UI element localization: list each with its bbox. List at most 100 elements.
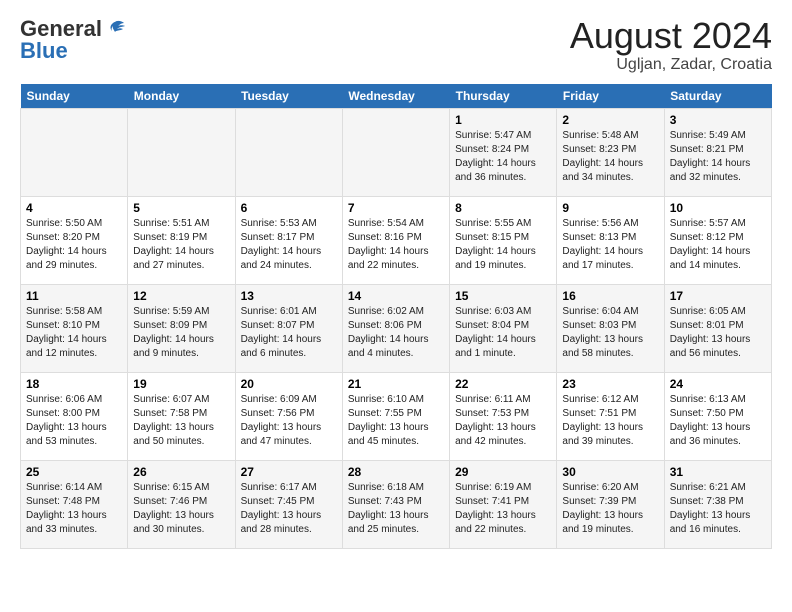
- column-header-saturday: Saturday: [664, 84, 771, 109]
- day-number: 3: [670, 113, 766, 127]
- day-info: Sunrise: 6:10 AM Sunset: 7:55 PM Dayligh…: [348, 393, 444, 449]
- calendar-cell: 7Sunrise: 5:54 AM Sunset: 8:16 PM Daylig…: [342, 196, 449, 284]
- day-number: 6: [241, 201, 337, 215]
- day-info: Sunrise: 5:50 AM Sunset: 8:20 PM Dayligh…: [26, 217, 122, 273]
- day-number: 22: [455, 377, 551, 391]
- calendar-cell: 6 Sunrise: 5:53 AM Sunset: 8:17 PM Daylig…: [235, 196, 342, 284]
- day-number: 28: [348, 465, 444, 479]
- day-number: 18: [26, 377, 122, 391]
- day-info: Sunrise: 6:01 AM Sunset: 8:07 PM Dayligh…: [241, 305, 337, 361]
- day-info: Sunrise: 5:51 AM Sunset: 8:19 PM Dayligh…: [133, 217, 229, 273]
- calendar-cell: 16Sunrise: 6:04 AM Sunset: 8:03 PM Dayli…: [557, 284, 664, 372]
- day-number: 30: [562, 465, 658, 479]
- calendar-cell: 27 Sunrise: 6:17 AM Sunset: 7:45 PM Dayli…: [235, 460, 342, 548]
- day-info: Sunrise: 5:57 AM Sunset: 8:12 PM Dayligh…: [670, 217, 766, 273]
- calendar-cell: 13Sunrise: 6:01 AM Sunset: 8:07 PM Dayli…: [235, 284, 342, 372]
- calendar-cell: 3 Sunrise: 5:49 AM Sunset: 8:21 PM Daylig…: [664, 108, 771, 196]
- logo-blue: Blue: [20, 38, 68, 64]
- calendar-cell: 10 Sunrise: 5:57 AM Sunset: 8:12 PM Dayli…: [664, 196, 771, 284]
- day-info: Sunrise: 6:14 AM Sunset: 7:48 PM Dayligh…: [26, 481, 122, 537]
- day-number: 27: [241, 465, 337, 479]
- calendar-cell: 22 Sunrise: 6:11 AM Sunset: 7:53 PM Dayli…: [450, 372, 557, 460]
- calendar-cell: 11 Sunrise: 5:58 AM Sunset: 8:10 PM Dayli…: [21, 284, 128, 372]
- calendar-table: SundayMondayTuesdayWednesdayThursdayFrid…: [20, 84, 772, 549]
- day-info: Sunrise: 6:15 AM Sunset: 7:46 PM Dayligh…: [133, 481, 229, 537]
- day-number: 16: [562, 289, 658, 303]
- calendar-cell: 9 Sunrise: 5:56 AM Sunset: 8:13 PM Daylig…: [557, 196, 664, 284]
- day-info: Sunrise: 6:12 AM Sunset: 7:51 PM Dayligh…: [562, 393, 658, 449]
- calendar-week-2: 4Sunrise: 5:50 AM Sunset: 8:20 PM Daylig…: [21, 196, 772, 284]
- day-info: Sunrise: 5:58 AM Sunset: 8:10 PM Dayligh…: [26, 305, 122, 361]
- day-number: 1: [455, 113, 551, 127]
- calendar-cell: 21 Sunrise: 6:10 AM Sunset: 7:55 PM Dayli…: [342, 372, 449, 460]
- day-info: Sunrise: 6:13 AM Sunset: 7:50 PM Dayligh…: [670, 393, 766, 449]
- logo-bird-icon: [104, 18, 126, 40]
- day-info: Sunrise: 5:48 AM Sunset: 8:23 PM Dayligh…: [562, 129, 658, 185]
- day-info: Sunrise: 6:02 AM Sunset: 8:06 PM Dayligh…: [348, 305, 444, 361]
- calendar-cell: 4Sunrise: 5:50 AM Sunset: 8:20 PM Daylig…: [21, 196, 128, 284]
- column-header-tuesday: Tuesday: [235, 84, 342, 109]
- calendar-cell: 25Sunrise: 6:14 AM Sunset: 7:48 PM Dayli…: [21, 460, 128, 548]
- day-info: Sunrise: 5:59 AM Sunset: 8:09 PM Dayligh…: [133, 305, 229, 361]
- day-info: Sunrise: 6:06 AM Sunset: 8:00 PM Dayligh…: [26, 393, 122, 449]
- calendar-cell: 20Sunrise: 6:09 AM Sunset: 7:56 PM Dayli…: [235, 372, 342, 460]
- day-info: Sunrise: 6:11 AM Sunset: 7:53 PM Dayligh…: [455, 393, 551, 449]
- calendar-cell: 5 Sunrise: 5:51 AM Sunset: 8:19 PM Daylig…: [128, 196, 235, 284]
- day-info: Sunrise: 6:17 AM Sunset: 7:45 PM Dayligh…: [241, 481, 337, 537]
- day-number: 11: [26, 289, 122, 303]
- calendar-cell: 28 Sunrise: 6:18 AM Sunset: 7:43 PM Dayli…: [342, 460, 449, 548]
- day-info: Sunrise: 6:05 AM Sunset: 8:01 PM Dayligh…: [670, 305, 766, 361]
- day-info: Sunrise: 5:53 AM Sunset: 8:17 PM Dayligh…: [241, 217, 337, 273]
- calendar-week-3: 11 Sunrise: 5:58 AM Sunset: 8:10 PM Dayli…: [21, 284, 772, 372]
- day-info: Sunrise: 5:47 AM Sunset: 8:24 PM Dayligh…: [455, 129, 551, 185]
- calendar-cell: 18 Sunrise: 6:06 AM Sunset: 8:00 PM Dayli…: [21, 372, 128, 460]
- calendar-week-1: 1 Sunrise: 5:47 AM Sunset: 8:24 PM Daylig…: [21, 108, 772, 196]
- day-info: Sunrise: 5:55 AM Sunset: 8:15 PM Dayligh…: [455, 217, 551, 273]
- day-number: 19: [133, 377, 229, 391]
- day-info: Sunrise: 6:18 AM Sunset: 7:43 PM Dayligh…: [348, 481, 444, 537]
- calendar-cell: 23Sunrise: 6:12 AM Sunset: 7:51 PM Dayli…: [557, 372, 664, 460]
- calendar-cell: 15Sunrise: 6:03 AM Sunset: 8:04 PM Dayli…: [450, 284, 557, 372]
- day-info: Sunrise: 6:20 AM Sunset: 7:39 PM Dayligh…: [562, 481, 658, 537]
- title-block: August 2024 Ugljan, Zadar, Croatia: [570, 16, 772, 74]
- calendar-week-5: 25Sunrise: 6:14 AM Sunset: 7:48 PM Dayli…: [21, 460, 772, 548]
- day-info: Sunrise: 5:54 AM Sunset: 8:16 PM Dayligh…: [348, 217, 444, 273]
- column-header-friday: Friday: [557, 84, 664, 109]
- calendar-cell: 17 Sunrise: 6:05 AM Sunset: 8:01 PM Dayli…: [664, 284, 771, 372]
- day-info: Sunrise: 6:19 AM Sunset: 7:41 PM Dayligh…: [455, 481, 551, 537]
- calendar-cell: [21, 108, 128, 196]
- day-number: 24: [670, 377, 766, 391]
- day-number: 21: [348, 377, 444, 391]
- column-header-monday: Monday: [128, 84, 235, 109]
- logo: General Blue: [20, 16, 126, 64]
- calendar-cell: 30 Sunrise: 6:20 AM Sunset: 7:39 PM Dayli…: [557, 460, 664, 548]
- day-number: 17: [670, 289, 766, 303]
- day-info: Sunrise: 5:56 AM Sunset: 8:13 PM Dayligh…: [562, 217, 658, 273]
- calendar-header-row: SundayMondayTuesdayWednesdayThursdayFrid…: [21, 84, 772, 109]
- calendar-week-4: 18 Sunrise: 6:06 AM Sunset: 8:00 PM Dayli…: [21, 372, 772, 460]
- calendar-cell: 29Sunrise: 6:19 AM Sunset: 7:41 PM Dayli…: [450, 460, 557, 548]
- day-number: 15: [455, 289, 551, 303]
- day-number: 14: [348, 289, 444, 303]
- page-subtitle: Ugljan, Zadar, Croatia: [570, 56, 772, 74]
- column-header-wednesday: Wednesday: [342, 84, 449, 109]
- page-header: General Blue August 2024 Ugljan, Zadar, …: [20, 16, 772, 74]
- calendar-cell: 24 Sunrise: 6:13 AM Sunset: 7:50 PM Dayli…: [664, 372, 771, 460]
- day-info: Sunrise: 6:21 AM Sunset: 7:38 PM Dayligh…: [670, 481, 766, 537]
- column-header-thursday: Thursday: [450, 84, 557, 109]
- calendar-cell: 1 Sunrise: 5:47 AM Sunset: 8:24 PM Daylig…: [450, 108, 557, 196]
- day-info: Sunrise: 6:07 AM Sunset: 7:58 PM Dayligh…: [133, 393, 229, 449]
- calendar-cell: 8 Sunrise: 5:55 AM Sunset: 8:15 PM Daylig…: [450, 196, 557, 284]
- day-info: Sunrise: 5:49 AM Sunset: 8:21 PM Dayligh…: [670, 129, 766, 185]
- day-number: 2: [562, 113, 658, 127]
- day-number: 9: [562, 201, 658, 215]
- calendar-cell: 31 Sunrise: 6:21 AM Sunset: 7:38 PM Dayli…: [664, 460, 771, 548]
- day-number: 5: [133, 201, 229, 215]
- calendar-cell: [235, 108, 342, 196]
- day-number: 10: [670, 201, 766, 215]
- day-number: 8: [455, 201, 551, 215]
- day-number: 31: [670, 465, 766, 479]
- calendar-cell: 14 Sunrise: 6:02 AM Sunset: 8:06 PM Dayli…: [342, 284, 449, 372]
- day-number: 20: [241, 377, 337, 391]
- calendar-cell: 2 Sunrise: 5:48 AM Sunset: 8:23 PM Daylig…: [557, 108, 664, 196]
